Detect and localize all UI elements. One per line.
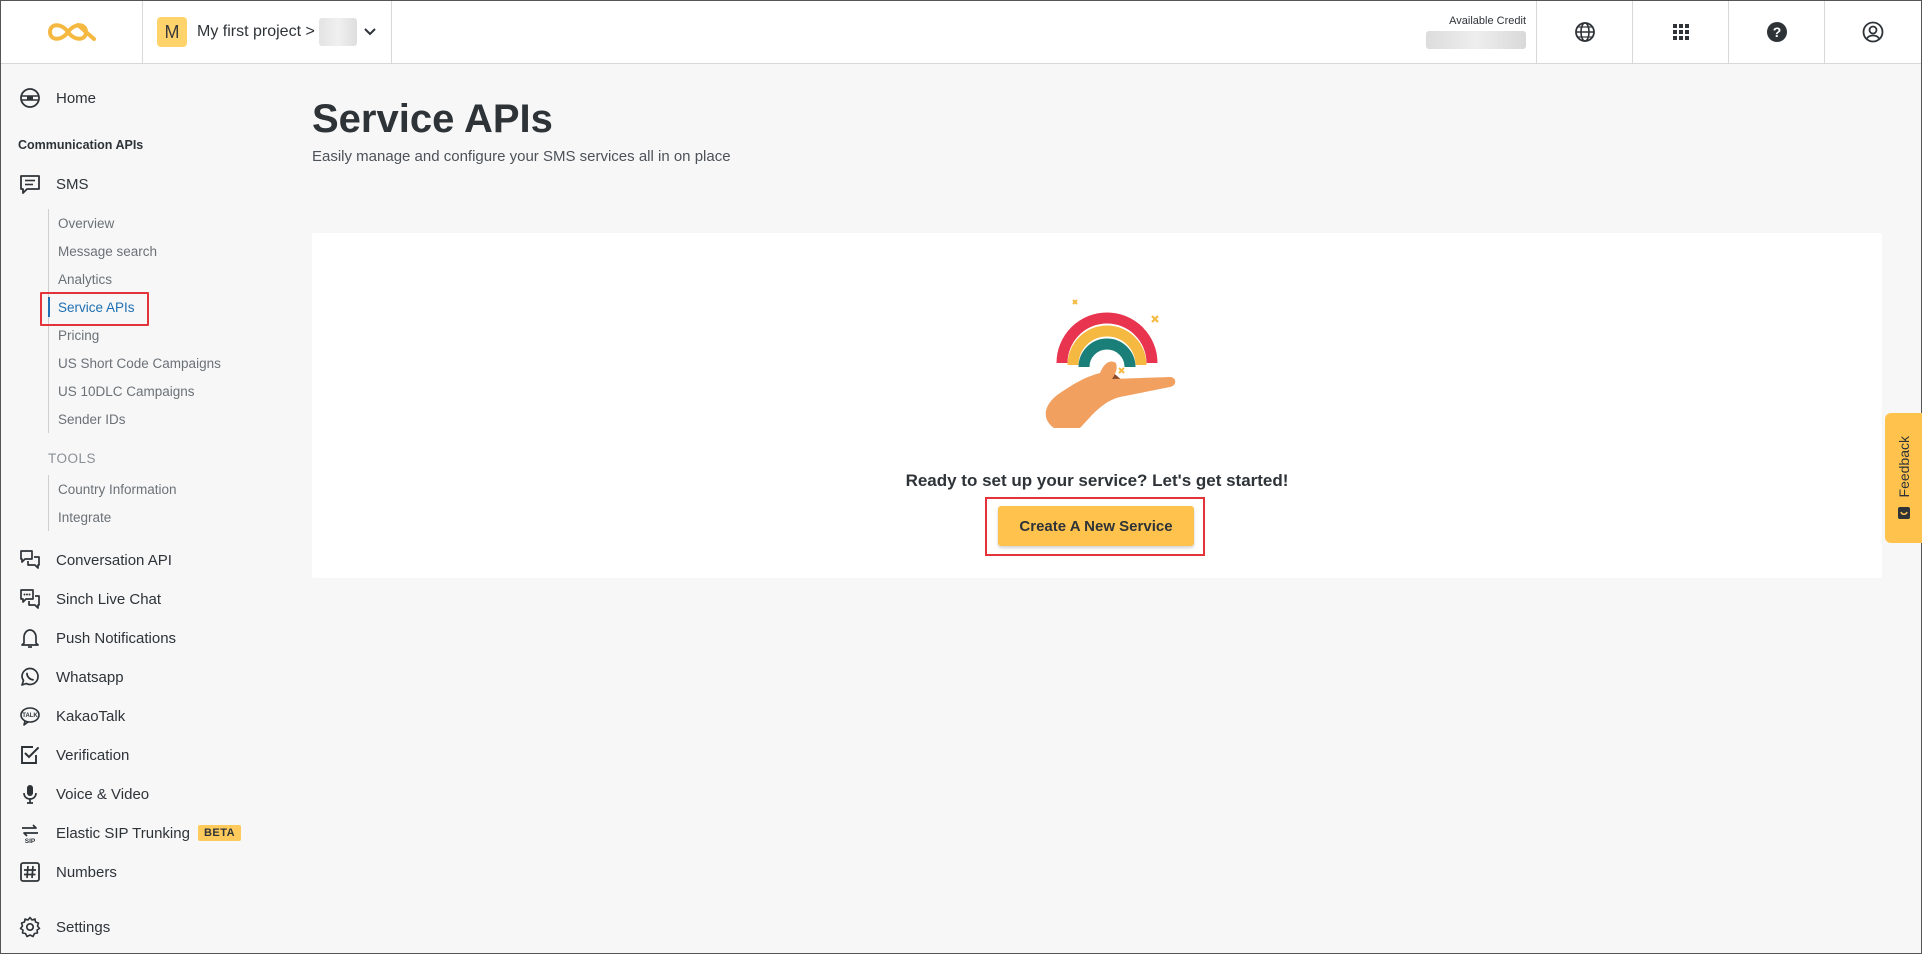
- page-subtitle: Easily manage and configure your SMS ser…: [312, 148, 731, 165]
- project-selector[interactable]: M My first project >: [143, 1, 392, 63]
- sidebar-item-label: Settings: [56, 918, 111, 936]
- available-credit-value-redacted: [1426, 31, 1526, 49]
- gear-icon: [19, 916, 41, 938]
- sms-icon: [19, 173, 41, 195]
- logo[interactable]: [1, 1, 143, 63]
- chevron-down-icon: [363, 27, 377, 37]
- verification-icon: [19, 744, 41, 766]
- feedback-tab[interactable]: Feedback: [1885, 413, 1922, 543]
- help-button[interactable]: ?: [1729, 1, 1825, 63]
- sidebar-item-label: Voice & Video: [56, 785, 150, 803]
- tools-submenu: Country Information Integrate: [48, 475, 177, 531]
- sidebar-item-label: KakaoTalk: [56, 707, 126, 725]
- beta-badge: BETA: [197, 825, 242, 841]
- sidebar-item-whatsapp[interactable]: Whatsapp: [19, 665, 124, 689]
- submenu-item-us-10dlc-campaigns[interactable]: US 10DLC Campaigns: [49, 377, 221, 405]
- sidebar-item-push-notifications[interactable]: Push Notifications: [19, 626, 176, 650]
- available-credit: Available Credit: [1426, 1, 1537, 63]
- sidebar-item-home[interactable]: Home: [19, 86, 96, 110]
- empty-state-prompt: Ready to set up your service? Let's get …: [905, 471, 1289, 490]
- sidebar-item-label: Home: [56, 89, 97, 107]
- page-title: Service APIs: [312, 97, 553, 141]
- submenu-item-sender-ids[interactable]: Sender IDs: [49, 405, 221, 433]
- feedback-icon: [1898, 506, 1910, 519]
- apps-button[interactable]: [1633, 1, 1729, 63]
- conversation-icon: [19, 549, 41, 571]
- account-button[interactable]: [1825, 1, 1921, 63]
- create-new-service-button[interactable]: Create A New Service: [998, 506, 1194, 546]
- sidebar-item-label: Verification: [56, 746, 130, 764]
- sidebar-item-label: Whatsapp: [56, 668, 124, 686]
- sidebar-item-verification[interactable]: Verification: [19, 743, 129, 767]
- language-button[interactable]: [1537, 1, 1633, 63]
- bell-icon: [19, 627, 41, 649]
- whatsapp-icon: [19, 666, 41, 688]
- svg-text:SIP: SIP: [25, 838, 36, 844]
- sip-icon: SIP: [19, 822, 41, 844]
- sidebar-item-label: Numbers: [56, 863, 117, 881]
- submenu-item-message-search[interactable]: Message search: [49, 237, 221, 265]
- sidebar-item-voice-video[interactable]: Voice & Video: [19, 782, 149, 806]
- project-name-redacted: [318, 18, 357, 46]
- sidebar-item-elastic-sip-trunking[interactable]: SIP Elastic SIP Trunking BETA: [19, 821, 242, 845]
- section-heading-tools: TOOLS: [48, 451, 97, 466]
- submenu-item-us-short-code-campaigns[interactable]: US Short Code Campaigns: [49, 349, 221, 377]
- live-chat-icon: [19, 588, 41, 610]
- sidebar-item-sinch-live-chat[interactable]: Sinch Live Chat: [19, 587, 161, 611]
- submenu-item-country-information[interactable]: Country Information: [49, 475, 177, 503]
- sidebar-item-settings[interactable]: Settings: [19, 915, 110, 939]
- sidebar-item-numbers[interactable]: Numbers: [19, 860, 117, 884]
- home-icon: [19, 87, 41, 109]
- sidebar-item-label: Sinch Live Chat: [56, 590, 162, 608]
- submenu-item-analytics[interactable]: Analytics: [49, 265, 221, 293]
- sidebar-item-label: Conversation API: [56, 551, 172, 569]
- globe-icon: [1574, 22, 1595, 42]
- section-heading-communication: Communication APIs: [18, 138, 144, 152]
- sidebar-item-label: Elastic SIP Trunking: [56, 824, 190, 842]
- available-credit-label: Available Credit: [1449, 15, 1526, 27]
- feedback-label: Feedback: [1896, 436, 1912, 498]
- sidebar-item-label: SMS: [56, 175, 89, 193]
- sidebar-item-sms[interactable]: SMS: [19, 172, 89, 196]
- svg-text:?: ?: [1772, 24, 1781, 40]
- sidebar-item-label: Push Notifications: [56, 629, 177, 647]
- submenu-item-integrate[interactable]: Integrate: [49, 503, 177, 531]
- sidebar: Home Communication APIs SMS Overview Mes…: [1, 65, 291, 953]
- empty-state-card: Ready to set up your service? Let's get …: [312, 233, 1882, 578]
- rainbow-hand-illustration: [1045, 299, 1176, 428]
- sidebar-item-conversation-api[interactable]: Conversation API: [19, 548, 172, 572]
- project-name: My first project >: [197, 23, 315, 40]
- help-icon: ?: [1766, 22, 1787, 42]
- sidebar-item-kakaotalk[interactable]: TALK KakaoTalk: [19, 704, 125, 728]
- microphone-icon: [19, 783, 41, 805]
- account-icon: [1862, 21, 1884, 43]
- logo-icon: [47, 23, 96, 41]
- apps-grid-icon: [1672, 24, 1689, 40]
- svg-text:TALK: TALK: [22, 713, 38, 719]
- project-avatar: M: [157, 17, 187, 47]
- kakaotalk-icon: TALK: [19, 705, 41, 727]
- active-item-highlight: [40, 292, 149, 326]
- submenu-item-overview[interactable]: Overview: [49, 209, 221, 237]
- hash-icon: [19, 861, 41, 883]
- top-bar: M My first project > Available Credit ?: [1, 1, 1921, 64]
